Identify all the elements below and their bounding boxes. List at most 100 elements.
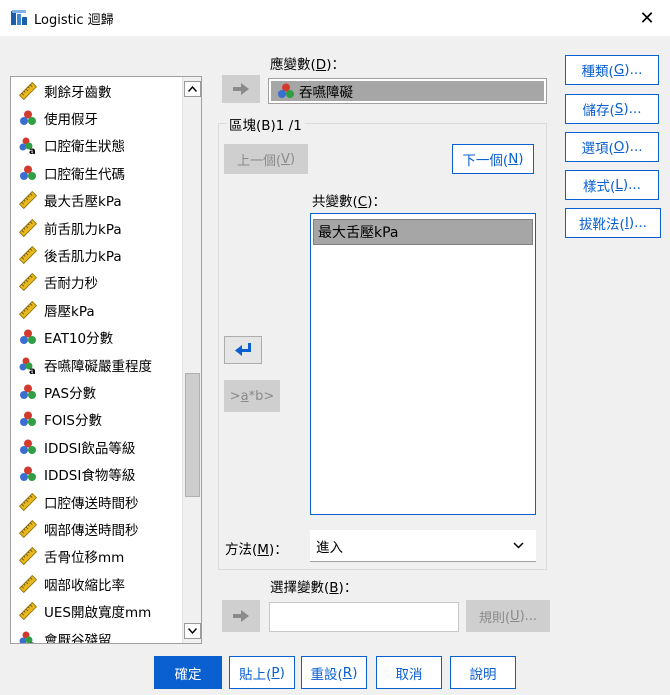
nominal-icon xyxy=(277,82,295,100)
scale-ruler-icon xyxy=(18,574,38,593)
ok-button[interactable]: 確定 xyxy=(154,656,222,689)
save-button[interactable]: 儲存(S)... xyxy=(565,94,659,124)
covariates-list[interactable]: 最大舌壓kPa xyxy=(310,213,536,515)
cancel-button[interactable]: 取消 xyxy=(376,656,442,689)
variable-list-scrollbar[interactable] xyxy=(182,77,201,643)
variable-list-item[interactable]: IDDSI飲品等級 xyxy=(11,433,183,460)
variable-list-item[interactable]: 唇壓kPa xyxy=(11,296,183,323)
scale-ruler-icon xyxy=(18,602,38,621)
paste-button[interactable]: 貼上(P) xyxy=(229,656,295,689)
variable-list-item-label: 後舌肌力kPa xyxy=(44,249,122,266)
method-select[interactable]: 進入 xyxy=(310,530,536,562)
variable-list-item-label: 舌耐力秒 xyxy=(44,276,98,293)
next-block-button[interactable]: 下一個(N) xyxy=(452,144,534,174)
dependent-variable[interactable]: 吞嚥障礙 xyxy=(271,81,544,101)
variable-list-item[interactable]: IDDSI食物等級 xyxy=(11,460,183,487)
variable-list-item[interactable]: 後舌肌力kPa xyxy=(11,241,183,268)
scale-ruler-icon xyxy=(18,492,38,511)
variable-list-item-label: 唇壓kPa xyxy=(44,303,95,320)
variable-list-item-label: PAS分數 xyxy=(44,385,97,402)
move-covariate-button[interactable] xyxy=(224,336,262,364)
source-variable-list[interactable]: 剩餘牙齒數使用假牙 a 口腔衛生狀態口腔衛生代碼 最大舌壓kPa 前舌肌力kPa 後舌肌力… xyxy=(10,76,202,644)
scale-ruler-icon xyxy=(18,81,38,100)
scale-ruler-icon xyxy=(18,547,38,566)
nominal-icon xyxy=(19,438,37,456)
covariate-item[interactable]: 最大舌壓kPa xyxy=(313,219,533,245)
variable-list-item-label: IDDSI食物等級 xyxy=(44,468,136,485)
variable-list-item[interactable]: 最大舌壓kPa xyxy=(11,187,183,214)
scroll-up-button[interactable] xyxy=(184,81,201,97)
nominal-icon xyxy=(19,465,37,483)
nominal-string-icon: a xyxy=(19,356,37,377)
help-button[interactable]: 說明 xyxy=(450,656,516,689)
variable-list-item-label: 會厭谷殘留 xyxy=(44,632,112,644)
scale-ruler-icon xyxy=(18,191,38,210)
scale-ruler-icon xyxy=(18,519,38,538)
scroll-thumb[interactable] xyxy=(185,373,200,497)
variable-list-item[interactable]: EAT10分數 xyxy=(11,324,183,351)
nominal-icon xyxy=(19,328,37,346)
dependent-field[interactable]: 吞嚥障礙 xyxy=(268,78,547,104)
scroll-down-button[interactable] xyxy=(184,623,201,639)
move-to-selection-button[interactable] xyxy=(222,600,260,632)
style-button[interactable]: 樣式(L)... xyxy=(565,170,659,200)
previous-block-button[interactable]: 上一個(V) xyxy=(224,144,308,174)
variable-list-item-label: 剩餘牙齒數 xyxy=(44,84,112,101)
selection-variable-field[interactable] xyxy=(269,602,459,632)
right-arrow-icon xyxy=(233,610,249,622)
variable-list-item[interactable]: 咽部傳送時間秒 xyxy=(11,515,183,542)
left-return-arrow-icon xyxy=(235,343,251,356)
window-title: Logistic 迴歸 xyxy=(34,13,114,28)
variable-list-item[interactable]: UES開啟寬度mm xyxy=(11,597,183,624)
variable-list-item-label: 使用假牙 xyxy=(44,112,98,129)
covariates-label: 共變數(C)： xyxy=(312,194,386,210)
nominal-icon xyxy=(19,109,37,127)
variable-list-item[interactable]: 舌耐力秒 xyxy=(11,269,183,296)
variable-list-item-label: UES開啟寬度mm xyxy=(44,605,152,622)
variable-list-item-label: 吞嚥障礙嚴重程度 xyxy=(44,358,152,375)
variable-list-item-label: 咽部傳送時間秒 xyxy=(44,522,139,539)
block-label: 區塊(B)1 /1 xyxy=(226,114,305,134)
variable-list-item[interactable]: 前舌肌力kPa xyxy=(11,214,183,241)
scale-ruler-icon xyxy=(18,300,38,319)
variable-list-item-label: 舌骨位移mm xyxy=(44,550,125,567)
reset-button[interactable]: 重設(R) xyxy=(301,656,367,689)
svg-text:a: a xyxy=(29,640,36,645)
variable-list-item[interactable]: FOIS分數 xyxy=(11,406,183,433)
variable-list-item-label: 口腔衛生代碼 xyxy=(44,166,125,183)
nominal-icon xyxy=(19,383,37,401)
variable-list-item[interactable]: a 會厭谷殘留 xyxy=(11,625,183,645)
variable-list-item-label: EAT10分數 xyxy=(44,331,114,348)
bootstrap-button[interactable]: 拔靴法(I)... xyxy=(565,208,661,238)
variable-list-item[interactable]: 舌骨位移mm xyxy=(11,543,183,570)
nominal-icon xyxy=(19,164,37,182)
variable-list-item-label: 前舌肌力kPa xyxy=(44,221,122,238)
dependent-label: 應變數(D)： xyxy=(270,57,345,73)
categorical-button[interactable]: 種類(G)... xyxy=(565,55,659,85)
variable-list-item[interactable]: PAS分數 xyxy=(11,378,183,405)
interaction-button[interactable]: > a *b> xyxy=(224,380,280,412)
variable-list-item-label: 最大舌壓kPa xyxy=(44,194,122,211)
svg-text:a: a xyxy=(29,366,36,374)
variable-list-item[interactable]: 使用假牙 xyxy=(11,104,183,131)
spss-app-icon xyxy=(10,9,28,27)
right-arrow-icon xyxy=(233,83,249,95)
rule-button[interactable]: 規則(U)... xyxy=(466,600,550,632)
variable-list-item[interactable]: 剩餘牙齒數 xyxy=(11,77,183,104)
nominal-icon xyxy=(19,410,37,428)
variable-list-item[interactable]: 咽部收縮比率 xyxy=(11,570,183,597)
title-bar: Logistic 迴歸 ✕ xyxy=(0,0,670,36)
close-button[interactable]: ✕ xyxy=(624,0,670,36)
variable-list-item[interactable]: 口腔傳送時間秒 xyxy=(11,488,183,515)
variable-list-item[interactable]: a 吞嚥障礙嚴重程度 xyxy=(11,351,183,378)
move-to-dependent-button[interactable] xyxy=(222,75,260,103)
dependent-value: 吞嚥障礙 xyxy=(299,85,353,101)
method-value: 進入 xyxy=(316,539,343,556)
variable-list-item[interactable]: a 口腔衛生狀態 xyxy=(11,132,183,159)
variable-list-item-label: 咽部收縮比率 xyxy=(44,577,125,594)
variable-list-item[interactable]: 口腔衛生代碼 xyxy=(11,159,183,186)
chevron-down-icon xyxy=(513,539,524,552)
options-button[interactable]: 選項(O)... xyxy=(565,132,659,162)
nominal-string-icon: a xyxy=(19,630,37,645)
nominal-string-icon: a xyxy=(19,136,37,157)
